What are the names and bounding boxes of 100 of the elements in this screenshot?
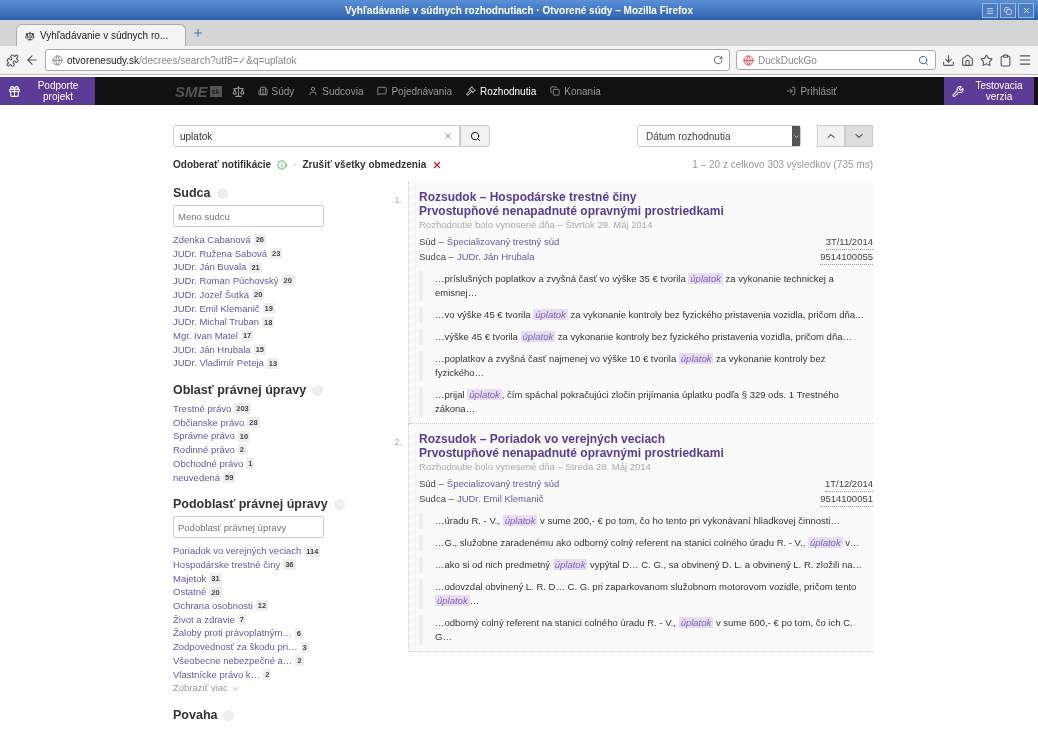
- separator-dot: ·: [293, 159, 297, 170]
- window-title: Vyhľadávanie v súdnych rozhodnutiach · Otvorené súdy – Mozilla Firefox: [345, 4, 693, 16]
- puzzle-icon[interactable]: [6, 53, 19, 67]
- close-icon[interactable]: [432, 159, 443, 170]
- facet-link[interactable]: Hospodárske trestné činy: [173, 557, 281, 572]
- menu-icon[interactable]: [1018, 53, 1032, 67]
- facet-title: Podoblasť právnej úpravy: [173, 497, 328, 512]
- minimize-button[interactable]: [982, 3, 998, 18]
- sort-descending-button[interactable]: [845, 125, 873, 147]
- facet-link[interactable]: JUDr. Ján Hrubala: [173, 342, 251, 357]
- facet-link[interactable]: JUDr. Vladimír Peteja: [173, 356, 264, 371]
- nav-icon: [377, 86, 388, 96]
- scale-icon[interactable]: [231, 84, 245, 98]
- close-icon: [1021, 6, 1031, 15]
- file-number: 3T/11/2014: [825, 235, 873, 250]
- facet-link[interactable]: neuvedená: [173, 470, 221, 485]
- globe-icon: [52, 54, 63, 66]
- facet-link[interactable]: JUDr. Ján Buvala: [173, 260, 247, 275]
- court-link[interactable]: Špecializovaný trestný súd: [446, 235, 560, 250]
- restore-icon: [1004, 6, 1012, 15]
- nav-link[interactable]: Súdy: [250, 77, 302, 105]
- facet-filter-field[interactable]: Meno sudcu: [173, 205, 324, 227]
- star-icon[interactable]: [980, 53, 993, 67]
- facet-link[interactable]: Rodinné právo: [173, 443, 235, 457]
- result-title[interactable]: Rozsudok – Poriadok vo verejných veciach: [419, 432, 873, 446]
- result-title[interactable]: Rozsudok – Hospodárske trestné činy: [419, 190, 873, 204]
- search-button[interactable]: [460, 125, 490, 147]
- result-subtitle[interactable]: Prvostupňové nenapadnuté opravnými prostriedkami: [419, 446, 873, 460]
- facet-link[interactable]: Ostatné: [173, 585, 207, 600]
- facet-filter-field[interactable]: Podoblasť právnej úpravy: [173, 516, 324, 539]
- url-text: otvorenesudy.sk/decrees/search?utf8=✓&q=uplatok: [67, 54, 297, 66]
- beta-banner[interactable]: Testovacia verzia: [944, 77, 1034, 105]
- nav-link[interactable]: Konania: [543, 77, 608, 105]
- snippet-text: …príslušných poplatkov a zvyšná časť vo výške 35 € tvorila úplatok za vykonanie technickej a emisnej…: [419, 271, 873, 301]
- clear-icon[interactable]: [443, 131, 453, 141]
- nav-icon: [308, 86, 319, 96]
- support-link[interactable]: Podporte projekt: [29, 80, 87, 102]
- court-link[interactable]: Špecializovaný trestný súd: [446, 477, 560, 492]
- nav-icon: [550, 86, 561, 96]
- clipboard-icon[interactable]: [999, 53, 1012, 67]
- ecli-number: 9514100051: [820, 492, 873, 507]
- facet-link[interactable]: Vlastnícke právo k…: [173, 667, 261, 682]
- judge-link[interactable]: JUDr. Emil Klemanič: [456, 492, 544, 507]
- facet-link[interactable]: Zdenka Cabanová: [173, 233, 251, 247]
- facet-link[interactable]: Obchodné právo: [173, 456, 244, 471]
- judge-label: Sudca –: [419, 250, 454, 264]
- snippet-text: …G., služobne zaradenému ako odborný colný referent na stanici colného úradu R. - V., úplatok v…: [419, 535, 873, 551]
- support-banner[interactable]: Podporte projekt: [0, 77, 95, 105]
- facet-link[interactable]: Majetok: [173, 571, 207, 586]
- facet-title: Oblasť právnej úpravy: [173, 383, 307, 398]
- facet-link[interactable]: Zodpovednosť za škodu pri…: [173, 640, 298, 654]
- new-tab-icon[interactable]: [192, 27, 204, 39]
- beta-label: Testovacia verzia: [974, 80, 1024, 102]
- facet-link[interactable]: Žaloby proti právoplatným…: [173, 626, 292, 641]
- nav-link[interactable]: Rozhodnutia: [459, 77, 544, 105]
- facet-title: Povaha: [173, 708, 218, 723]
- facet-link[interactable]: JUDr. Emil Klemanič: [173, 301, 260, 316]
- facet-link[interactable]: Ochrana osobnosti: [173, 599, 253, 613]
- facet-link[interactable]: JUDr. Roman Púchovský: [173, 274, 279, 288]
- browser-search-field[interactable]: DuckDuckGo: [736, 50, 936, 70]
- browser-tab[interactable]: Vyhľadávanie v súdnych ro...: [16, 24, 186, 46]
- ecli-number: 9514100055: [820, 250, 873, 265]
- result-subtitle[interactable]: Prvostupňové nenapadnuté opravnými prostriedkami: [419, 204, 873, 218]
- search-field[interactable]: uplatok: [173, 125, 460, 147]
- globe-icon: [743, 54, 754, 66]
- facet-link[interactable]: JUDr. Michal Truban: [173, 315, 260, 329]
- facet-link[interactable]: Život a zdravie: [173, 612, 235, 627]
- login-link[interactable]: Prihlásiť: [779, 77, 844, 105]
- facet-link[interactable]: JUDr. Ružena Sabová: [173, 246, 267, 261]
- maximize-button[interactable]: [1000, 3, 1016, 18]
- address-field[interactable]: otvorenesudy.sk/decrees/search?utf8=✓&q=uplatok: [45, 49, 730, 71]
- reload-icon[interactable]: [713, 55, 723, 65]
- snippet-text: …odborný colný referent na stanici colného úradu R. - V., úplatok v sume 600,- € po tom, čo ich C. G…: [419, 615, 873, 645]
- scale-icon: [25, 30, 35, 41]
- wrench-icon: [952, 84, 965, 98]
- nav-link[interactable]: Pojednávania: [370, 77, 460, 105]
- download-icon[interactable]: [942, 53, 955, 67]
- nav-icon: [466, 86, 477, 96]
- close-button[interactable]: [1018, 3, 1034, 18]
- snippet-text: …prijal úplatok , čím spáchal pokračujúci zločin prijímania úplatku podľa § 329 ods. 1 Trestného zákona…: [419, 387, 873, 417]
- sort-select[interactable]: Dátum rozhodnutia: [637, 125, 801, 147]
- facet-link[interactable]: Mgr. Ivan Matel: [173, 328, 238, 343]
- facet-link[interactable]: Trestné právo: [173, 402, 232, 416]
- nav-link[interactable]: Sudcovia: [301, 77, 371, 105]
- facet-link[interactable]: Správne právo: [173, 429, 235, 444]
- judge-link[interactable]: JUDr. Ján Hrubala: [456, 250, 535, 265]
- search-icon[interactable]: [918, 54, 929, 66]
- clear-filters-link[interactable]: Zrušiť všetky obmedzenia: [302, 159, 427, 170]
- home-icon[interactable]: [961, 53, 974, 67]
- back-icon[interactable]: [25, 53, 39, 67]
- subscribe-link[interactable]: Odoberať notifikácie: [173, 159, 272, 170]
- result-date: Rozhodnutie bolo vynesené dňa – Streda 28. Máj 2014: [419, 460, 652, 473]
- facet-link[interactable]: Občianske právo: [173, 415, 245, 430]
- snippet-text: …vo výške 45 € tvorila úplatok za vykonanie kontroly bez fyzického pristavenia vozidla, pričom dňa…: [419, 307, 873, 323]
- facet-link[interactable]: JUDr. Jozef Šutka: [173, 287, 250, 302]
- result-date: Rozhodnutie bolo vynesené dňa – Štvrtok 29. Máj 2014: [419, 218, 654, 231]
- facet-link[interactable]: Všeobecne nebezpečné a…: [173, 653, 293, 668]
- facet-link[interactable]: Poriadok vo verejných veciach: [173, 544, 302, 558]
- snippet-text: …ako si od nich predmetný úplatok vypýtal D… C. G., sa obvinený D. L. a obvinený L. R. zložili na…: [419, 557, 873, 573]
- judge-label: Sudca –: [419, 492, 454, 506]
